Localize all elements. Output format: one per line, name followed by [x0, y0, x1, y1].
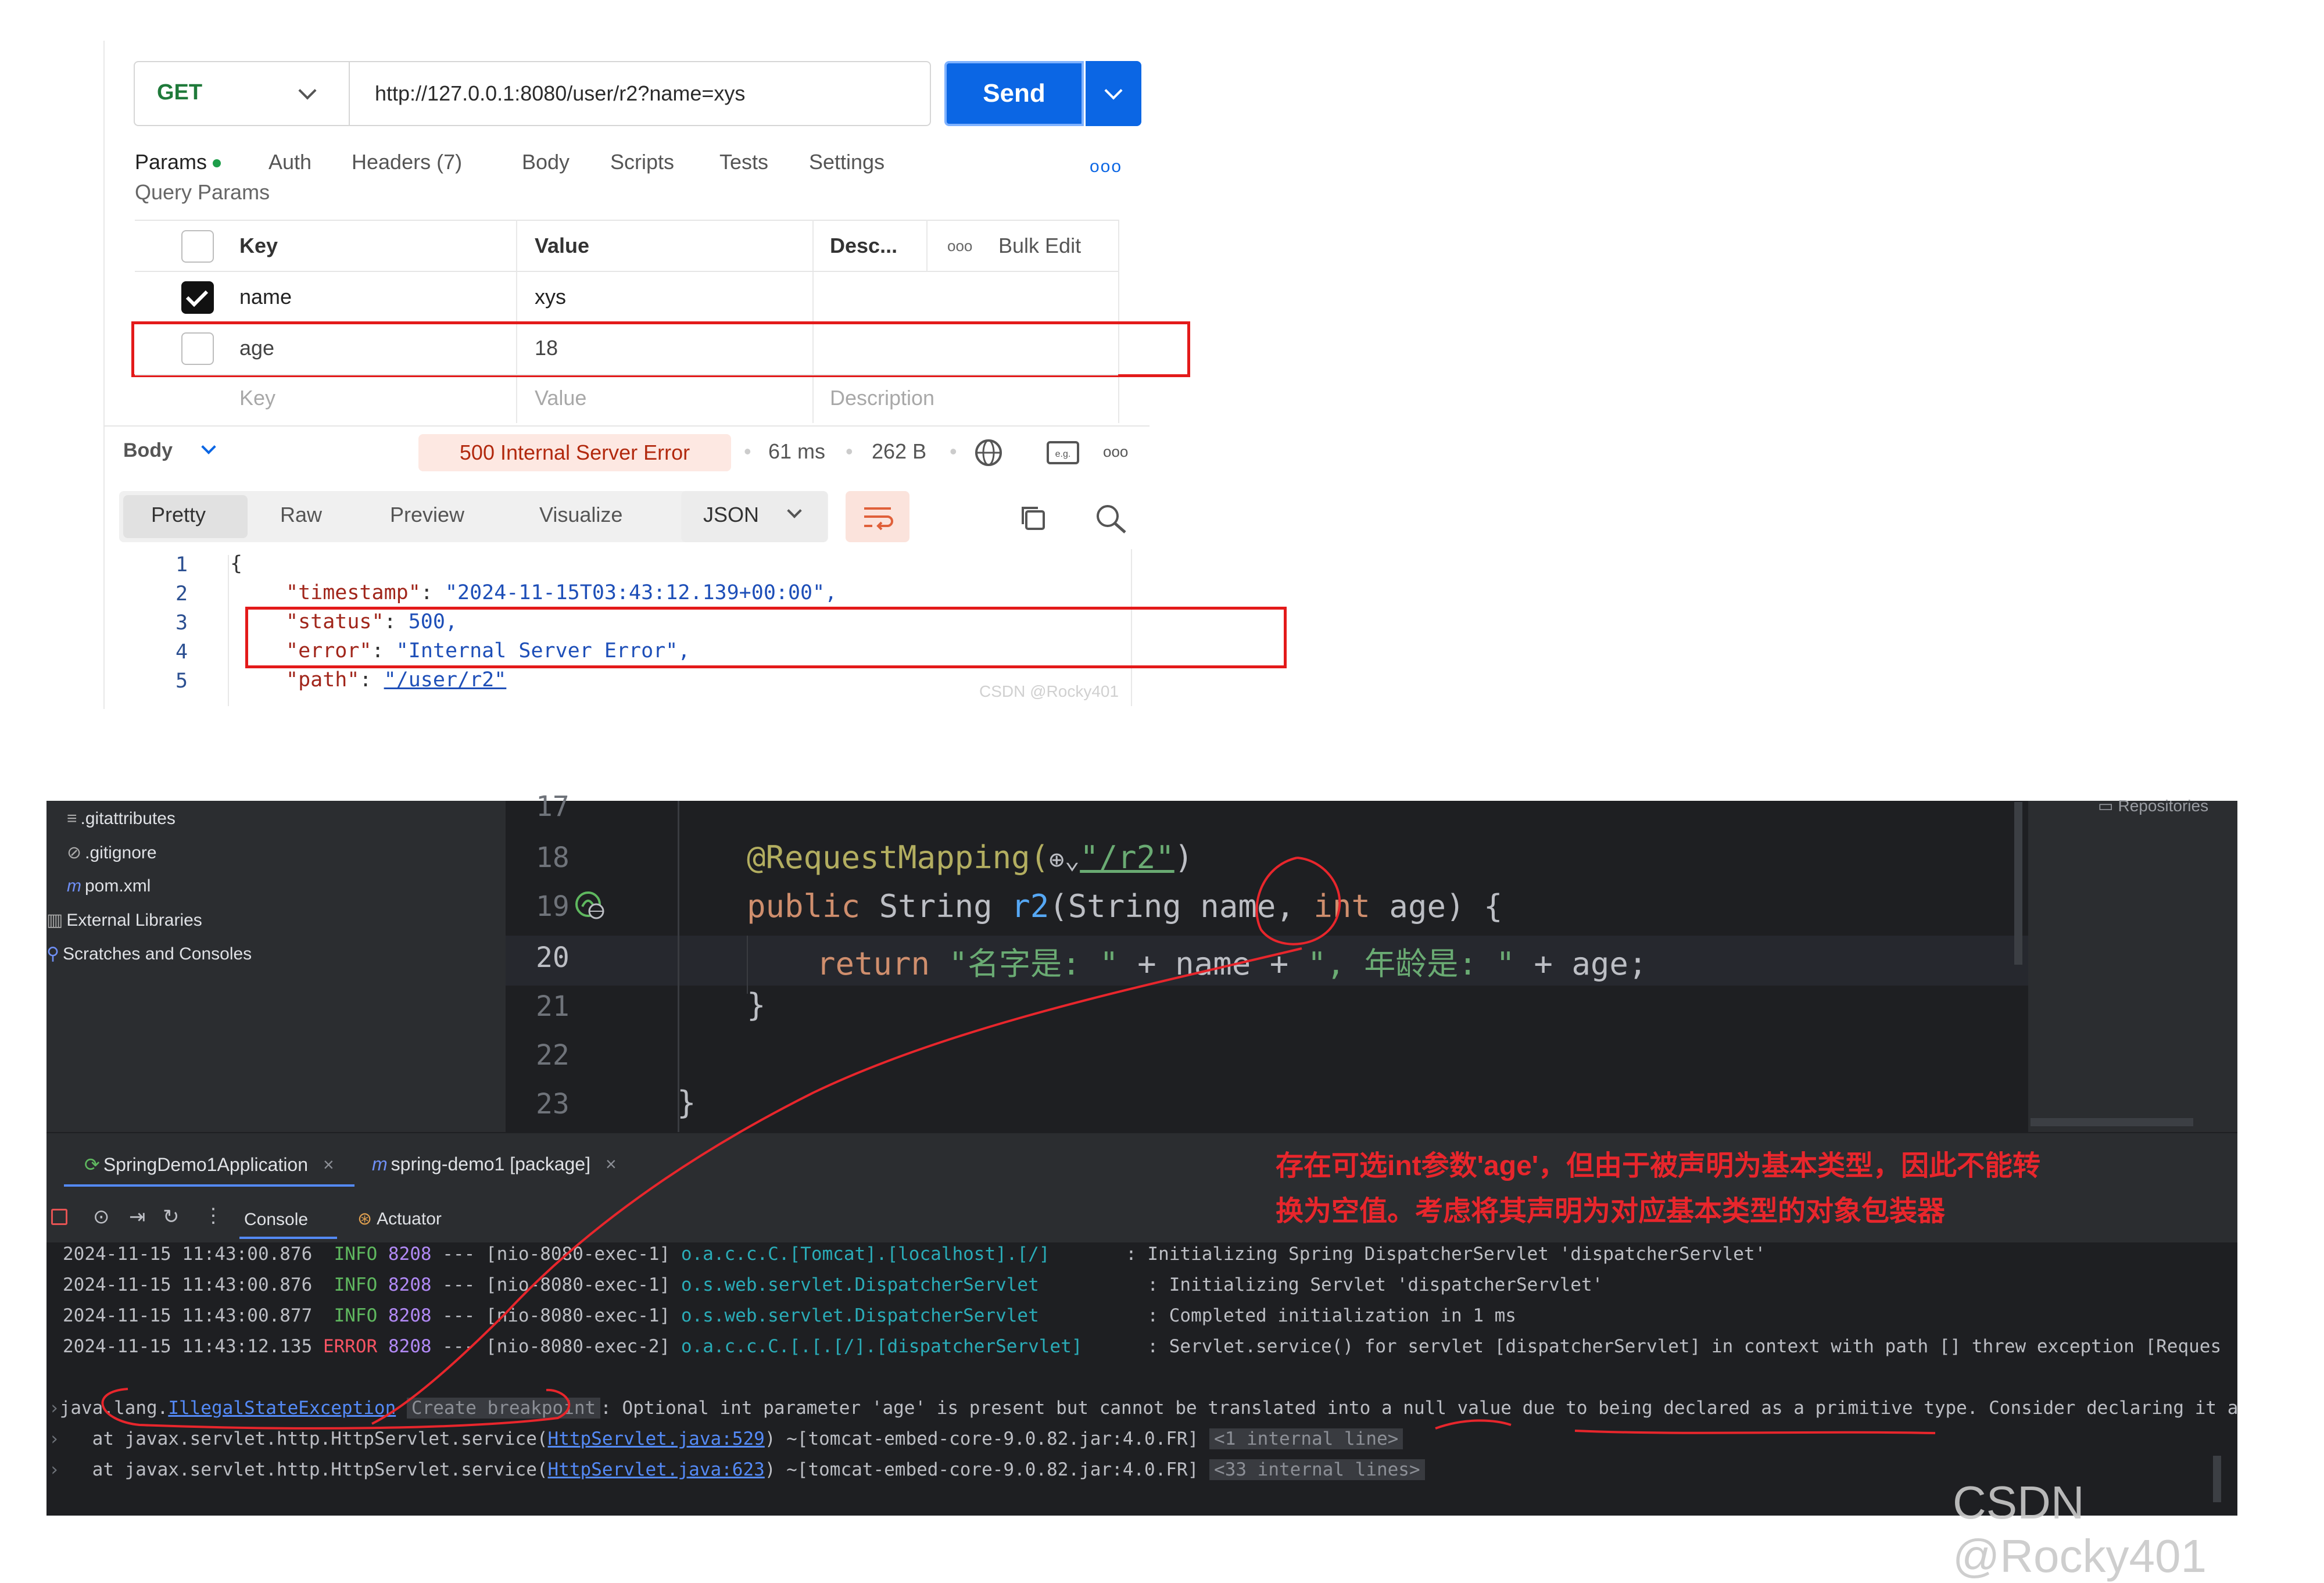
circle-around-exception: [101, 1388, 571, 1430]
arrow-line: [371, 947, 1302, 1425]
circle-around-int: [1255, 857, 1341, 945]
handdrawn-annotations: [101, 857, 1936, 1434]
underline-primitive-type: [1574, 1430, 1936, 1434]
underline-null-value: [1435, 1419, 1512, 1430]
watermark: CSDN @Rocky401: [1953, 1477, 2207, 1582]
